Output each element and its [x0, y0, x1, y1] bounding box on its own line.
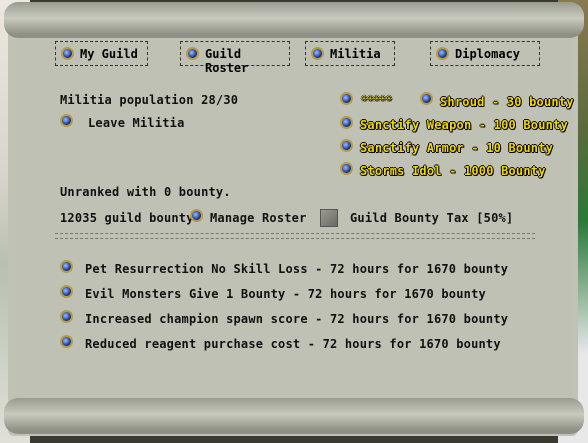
scroll-bottom-roll [4, 398, 584, 434]
divider [55, 233, 535, 239]
tab-label: Diplomacy [455, 47, 521, 61]
tab-militia[interactable]: Militia [305, 41, 395, 66]
militia-population: Militia population 28/30 [60, 93, 239, 107]
bounty-tax-label: Guild Bounty Tax [50%] [350, 211, 514, 225]
reward-label: Sanctify Armor - 10 Bounty [360, 141, 554, 155]
leave-militia-label: Leave Militia [88, 116, 185, 130]
leave-militia-button[interactable] [60, 114, 73, 127]
reward-label: Sanctify Weapon - 100 Bounty [360, 118, 568, 132]
perk-button[interactable] [60, 310, 73, 323]
perk-label: Reduced reagent purchase cost - 72 hours… [85, 337, 501, 351]
perk-button[interactable] [60, 335, 73, 348]
rank-text: Unranked with 0 bounty. [60, 185, 231, 199]
bounty-tax-checkbox[interactable] [320, 209, 338, 227]
tab-my-guild[interactable]: My Guild [55, 41, 148, 66]
tab-diplomacy[interactable]: Diplomacy [430, 41, 540, 66]
perk-button[interactable] [60, 285, 73, 298]
gem-icon [436, 47, 449, 60]
gem-icon [311, 47, 324, 60]
guild-bounty: 12035 guild bounty. [60, 211, 202, 225]
tab-guild-roster[interactable]: Guild Roster [180, 41, 290, 75]
tab-label: Guild Roster [205, 47, 249, 75]
tab-label: My Guild [80, 47, 138, 61]
reward-label: Shroud - 30 bounty [440, 95, 574, 109]
stars-reward-button[interactable] [340, 92, 353, 105]
reward-button-shroud[interactable] [420, 92, 433, 105]
perk-label: Pet Resurrection No Skill Loss - 72 hour… [85, 262, 509, 276]
perk-button[interactable] [60, 260, 73, 273]
manage-roster-label: Manage Roster [210, 211, 307, 225]
scroll-top-roll [4, 2, 584, 38]
reward-button-sanctify-weapon[interactable] [340, 116, 353, 129]
perk-label: Increased champion spawn score - 72 hour… [85, 312, 509, 326]
reward-button-sanctify-armor[interactable] [340, 139, 353, 152]
gem-icon [186, 47, 199, 60]
reward-label: Storms Idol - 1000 Bounty [360, 164, 546, 178]
perk-label: Evil Monsters Give 1 Bounty - 72 hours f… [85, 287, 486, 301]
reward-button-storms-idol[interactable] [340, 162, 353, 175]
gem-icon [61, 47, 74, 60]
manage-roster-button[interactable] [190, 209, 203, 222]
tab-label: Militia [330, 47, 381, 61]
stars-reward-label: ✳✳✳✳✳ [361, 93, 393, 104]
